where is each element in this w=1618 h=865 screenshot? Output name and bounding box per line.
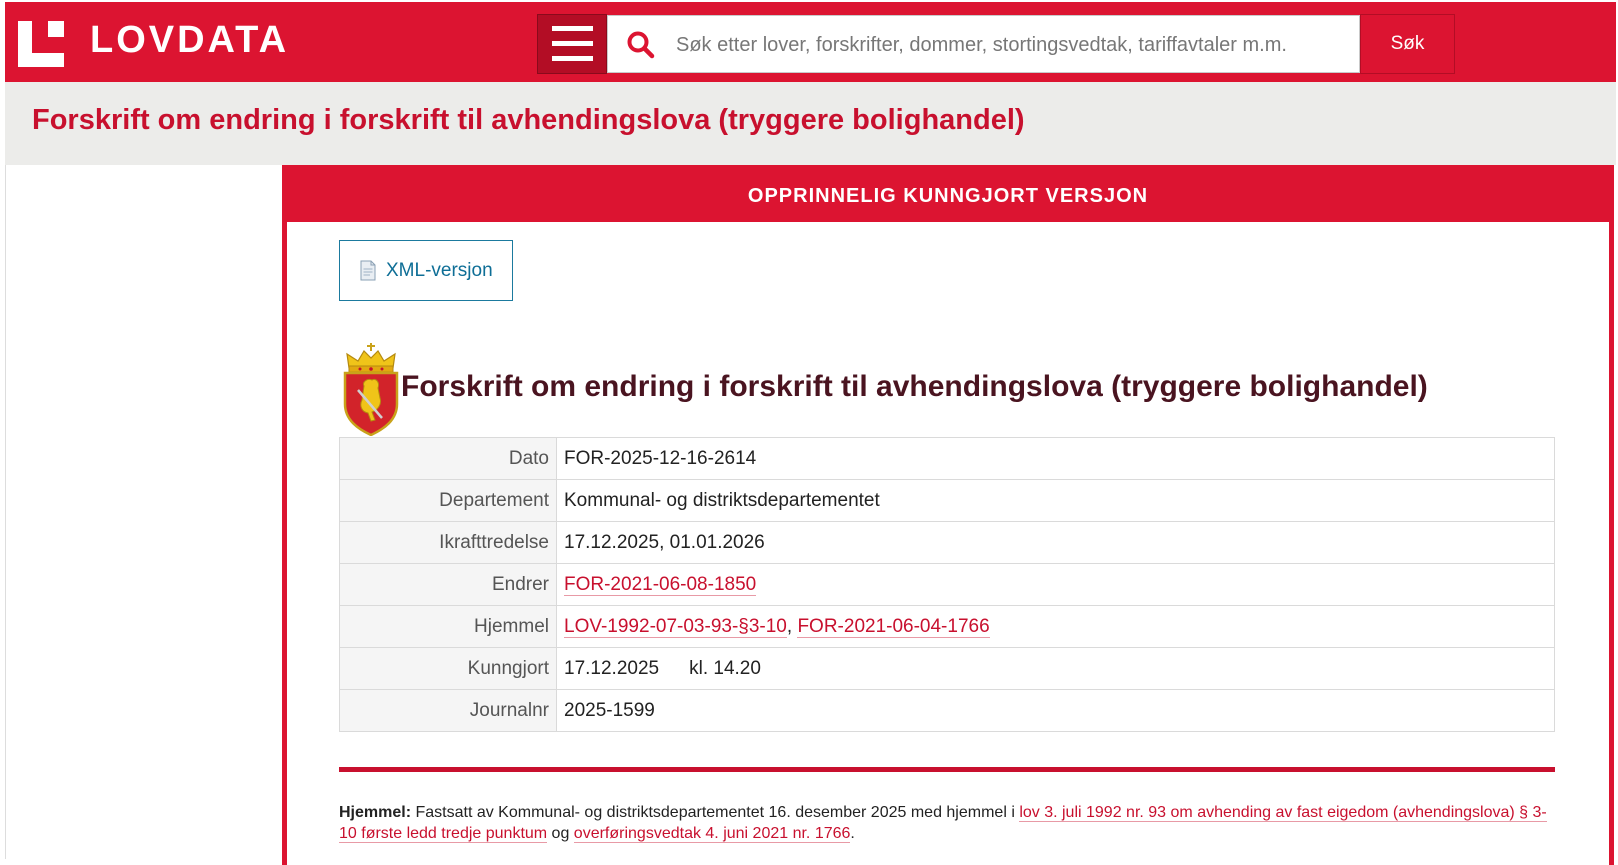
hjemmel-period: . (850, 825, 855, 842)
overforingsvedtak-link[interactable]: overføringsvedtak 4. juni 2021 nr. 1766 (573, 825, 851, 843)
meta-value-ikrafttredelse: 17.12.2025, 01.01.2026 (556, 521, 1555, 564)
endrer-link[interactable]: FOR-2021-06-08-1850 (564, 573, 757, 596)
meta-label: Hjemmel (339, 605, 557, 648)
meta-value-departement: Kommunal- og distriktsdepartementet (556, 479, 1555, 522)
meta-label: Kunngjort (339, 647, 557, 690)
search-input[interactable] (674, 24, 1348, 66)
meta-label: Endrer (339, 563, 557, 606)
hamburger-menu-icon (552, 26, 593, 31)
lovdata-logo-text: LOVDATA (90, 19, 290, 61)
xml-document-icon (360, 260, 376, 281)
coat-of-arms-icon (343, 343, 399, 436)
hjemmel-label: Hjemmel: (339, 804, 412, 821)
top-bar: LOVDATA Søk (5, 2, 1616, 82)
hjemmel-text: Fastsatt av Kommunal- og distriktsdepart… (411, 804, 1020, 821)
table-row: Hjemmel LOV-1992-07-03-93-§3-10, FOR-202… (339, 605, 1555, 648)
meta-label: Departement (339, 479, 557, 522)
hjemmel-regulation-link[interactable]: FOR-2021-06-04-1766 (797, 615, 990, 638)
table-row: Journalnr 2025-1599 (339, 689, 1555, 732)
search-icon (627, 31, 655, 59)
title-band: Forskrift om endring i forskrift til avh… (5, 82, 1616, 165)
metadata-table: Dato FOR-2025-12-16-2614 Departement Kom… (339, 437, 1555, 732)
search-button[interactable]: Søk (1360, 14, 1455, 74)
search-box (607, 15, 1360, 73)
document-title: Forskrift om endring i forskrift til avh… (401, 370, 1428, 403)
table-row: Ikrafttredelse 17.12.2025, 01.01.2026 (339, 521, 1555, 564)
meta-value-journalnr: 2025-1599 (556, 689, 1555, 732)
meta-value-dato: FOR-2025-12-16-2614 (556, 437, 1555, 480)
hjemmel-law-link[interactable]: LOV-1992-07-03-93-§3-10 (564, 615, 787, 638)
meta-value-endrer: FOR-2021-06-08-1850 (556, 563, 1555, 606)
lovdata-logo-mark (18, 21, 64, 67)
xml-version-label: XML-versjon (386, 259, 493, 281)
left-sidebar (5, 165, 283, 859)
kunngjort-time: kl. 14.20 (689, 657, 761, 679)
meta-value-kunngjort: 17.12.2025 kl. 14.20 (556, 647, 1555, 690)
meta-label: Ikrafttredelse (339, 521, 557, 564)
table-row: Departement Kommunal- og distriktsdepart… (339, 479, 1555, 522)
table-row: Kunngjort 17.12.2025 kl. 14.20 (339, 647, 1555, 690)
hjemmel-paragraph: Hjemmel: Fastsatt av Kommunal- og distri… (339, 802, 1555, 844)
meta-value-hjemmel: LOV-1992-07-03-93-§3-10, FOR-2021-06-04-… (556, 605, 1555, 648)
meta-label: Journalnr (339, 689, 557, 732)
table-row: Endrer FOR-2021-06-08-1850 (339, 563, 1555, 606)
hjemmel-separator: , (786, 615, 798, 637)
main-panel: OPPRINNELIG KUNNGJORT VERSJON XML-versjo… (282, 165, 1614, 865)
meta-label: Dato (339, 437, 557, 480)
lovdata-logo[interactable]: LOVDATA (18, 19, 289, 67)
hjemmel-conjunction: og (547, 825, 574, 842)
xml-version-button[interactable]: XML-versjon (339, 240, 513, 301)
table-row: Dato FOR-2025-12-16-2614 (339, 437, 1555, 480)
hamburger-menu-button[interactable] (537, 14, 607, 74)
page-title: Forskrift om endring i forskrift til avh… (32, 104, 1025, 136)
version-header: OPPRINNELIG KUNNGJORT VERSJON (287, 170, 1609, 222)
section-divider (339, 767, 1555, 772)
kunngjort-date: 17.12.2025 (564, 657, 660, 679)
